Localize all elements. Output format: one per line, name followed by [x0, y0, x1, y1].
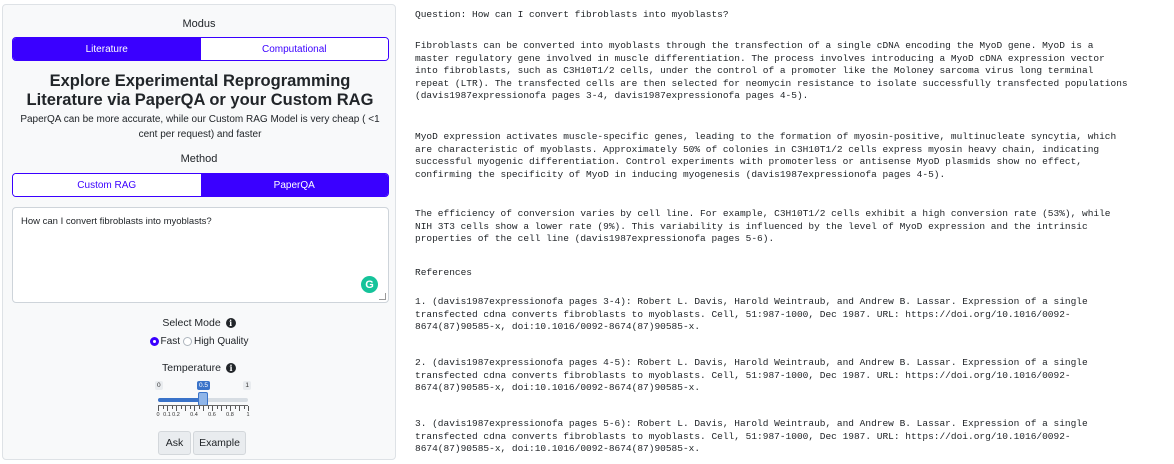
slider-tick-label: 0.2: [172, 412, 180, 418]
question-input-value: How can I convert fibroblasts into myobl…: [21, 216, 212, 227]
answer-paragraph: Fibroblasts can be converted into myobla…: [415, 40, 1128, 101]
slider-tick-label: 0.8: [226, 412, 234, 418]
temperature-label-row: Temperature i: [3, 362, 395, 374]
references-heading: References: [415, 267, 473, 278]
slider-tick: [162, 406, 164, 409]
info-icon[interactable]: i: [225, 363, 236, 373]
slider-tick-label: 1: [246, 412, 250, 418]
modus-label: Modus: [182, 18, 216, 30]
method-label: Method: [180, 153, 218, 165]
radio-option-high-quality[interactable]: High Quality: [182, 336, 249, 347]
slider-tick-label: 0.1: [163, 412, 171, 418]
radio-fast-label: Fast: [160, 336, 180, 347]
reference-item: 1. (davis1987expressionofa pages 3-4): R…: [415, 296, 1088, 332]
example-button[interactable]: Example: [193, 431, 246, 455]
question-input[interactable]: How can I convert fibroblasts into myobl…: [12, 207, 389, 303]
temperature-slider[interactable]: 0 0.5 1 0 0.1 0.2 0.4 0.6 0.8 1: [153, 381, 253, 423]
select-mode-label: Select Mode: [162, 317, 221, 329]
radio-option-fast[interactable]: Fast: [149, 336, 180, 347]
modus-literature-button[interactable]: Literature: [13, 38, 201, 60]
slider-tick: [225, 406, 227, 409]
page-description: PaperQA can be more accurate, while our …: [20, 114, 380, 140]
slider-tick: [167, 406, 168, 411]
slider-tick: [185, 406, 186, 411]
modus-computational-button[interactable]: Computational: [200, 38, 388, 60]
reference-item: 3. (davis1987expressionofa pages 5-6): R…: [415, 418, 1088, 454]
radio-fast[interactable]: [149, 337, 159, 346]
slider-tick: [216, 406, 218, 409]
slider-tick-label: 0: [156, 412, 160, 418]
slider-tick: [194, 406, 195, 411]
slider-tick-label: 0.6: [208, 412, 216, 418]
slider-tick: [189, 406, 191, 409]
slider-min-label: 0: [155, 381, 163, 390]
info-icon[interactable]: i: [225, 318, 236, 328]
select-mode-label-row: Select Mode i: [3, 317, 395, 329]
slider-tick: [243, 406, 245, 409]
resize-handle[interactable]: [379, 293, 386, 300]
slider-tick: [180, 406, 182, 409]
slider-tick: [212, 406, 213, 411]
radio-high-quality[interactable]: [182, 337, 192, 346]
method-paperqa-button[interactable]: PaperQA: [200, 174, 388, 196]
radio-high-quality-label: High Quality: [193, 336, 249, 347]
answer-panel: Question: How can I convert fibroblasts …: [414, 0, 1174, 464]
method-toggle: Custom RAG PaperQA: [12, 173, 389, 197]
answer-question: Question: How can I convert fibroblasts …: [415, 9, 729, 20]
control-panel: Modus Literature Computational Explore E…: [2, 4, 396, 460]
slider-tick-label: 0.4: [190, 412, 198, 418]
modus-toggle: Literature Computational: [12, 37, 389, 61]
answer-paragraph: The efficiency of conversion varies by c…: [415, 208, 1111, 244]
slider-tick: [230, 406, 231, 411]
slider-tick: [171, 406, 173, 409]
slider-value-label: 0.5: [197, 381, 211, 390]
slider-tick: [239, 406, 240, 411]
answer-paragraph: MyoD expression activates muscle-specifi…: [415, 131, 1117, 180]
slider-tick: [158, 406, 159, 411]
slider-ticks: [158, 405, 249, 412]
temperature-label: Temperature: [162, 362, 221, 374]
slider-tick: [234, 406, 236, 409]
slider-fill: [158, 398, 203, 402]
slider-tick: [198, 406, 200, 409]
slider-tick-labels: 0 0.1 0.2 0.4 0.6 0.8 1: [153, 412, 253, 420]
slider-tick: [248, 406, 249, 411]
slider-tick: [203, 406, 204, 411]
slider-max-label: 1: [243, 381, 251, 390]
slider-tick: [207, 406, 209, 409]
method-custom-rag-button[interactable]: Custom RAG: [13, 174, 201, 196]
page-title: Explore Experimental Reprogramming Liter…: [26, 72, 374, 109]
slider-handle[interactable]: [198, 392, 208, 406]
select-mode-radio-group: Fast High Quality: [3, 336, 395, 347]
slider-tick: [176, 406, 177, 411]
slider-tick: [221, 406, 222, 411]
reference-item: 2. (davis1987expressionofa pages 4-5): R…: [415, 357, 1088, 393]
grammarly-icon[interactable]: G: [361, 276, 378, 293]
ask-button[interactable]: Ask: [158, 431, 191, 455]
